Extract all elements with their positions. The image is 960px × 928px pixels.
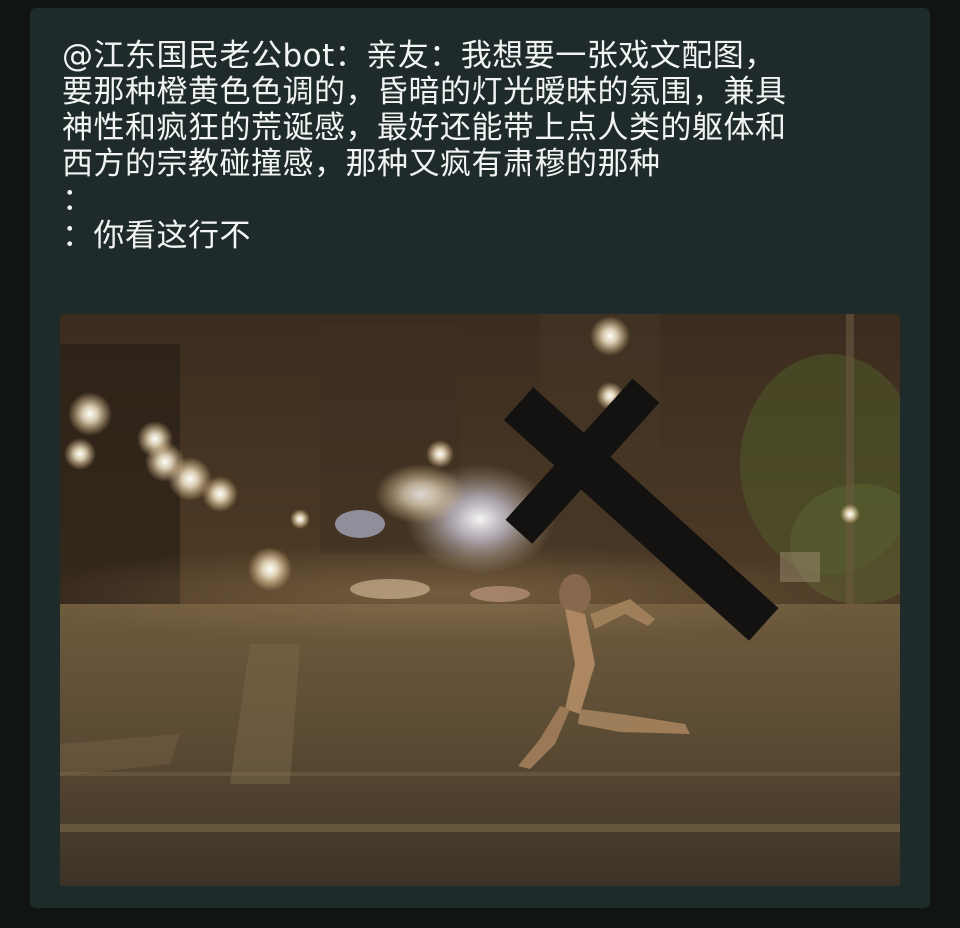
post-image[interactable] <box>60 314 900 886</box>
post-line: ： <box>62 182 94 218</box>
post-line: @江东国民老公bot：亲友：我想要一张戏文配图， <box>62 38 776 74</box>
post-line: ：你看这行不 <box>62 218 251 254</box>
post-line: 神性和疯狂的荒诞感，最好还能带上点人类的躯体和 <box>62 110 787 146</box>
post-line: 要那种橙黄色色调的，昏暗的灯光暧昧的氛围，兼具 <box>62 74 787 110</box>
post-text: @江东国民老公bot：亲友：我想要一张戏文配图， 要那种橙黄色色调的，昏暗的灯光… <box>62 38 912 254</box>
night-street-photo <box>60 314 900 886</box>
post-card: @江东国民老公bot：亲友：我想要一张戏文配图， 要那种橙黄色色调的，昏暗的灯光… <box>30 8 930 908</box>
post-line: 西方的宗教碰撞感，那种又疯有肃穆的那种 <box>62 146 661 182</box>
